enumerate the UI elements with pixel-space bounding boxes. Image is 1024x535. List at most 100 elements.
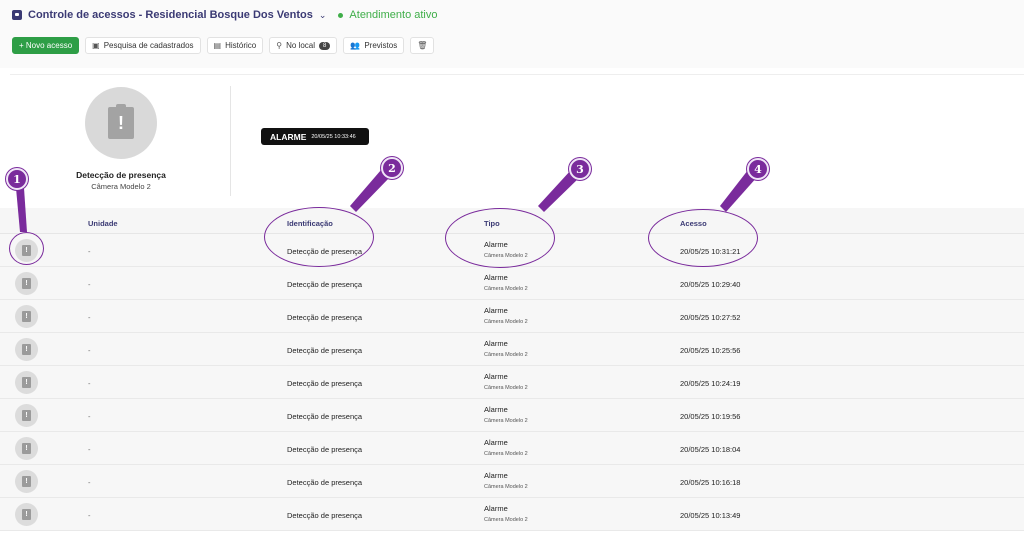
cell-unit: -	[88, 445, 91, 454]
cell-device: Câmera Modelo 2	[484, 319, 528, 325]
annotation-4: 4	[747, 158, 769, 180]
toolbar: + Novo acesso ▣ Pesquisa de cadastrados …	[12, 37, 435, 54]
history-label: Histórico	[225, 41, 257, 50]
cell-type: Alarme	[484, 273, 508, 282]
cell-identification: Detecção de presença	[287, 379, 363, 388]
cell-identification: Detecção de presença	[287, 313, 363, 322]
cell-access: 20/05/25 10:19:56	[680, 412, 741, 421]
cell-access: 20/05/25 10:27:52	[680, 313, 741, 322]
cell-unit: -	[88, 478, 91, 487]
cell-unit: -	[88, 379, 91, 388]
alert-clipboard-icon: !	[22, 278, 31, 289]
row-avatar: !	[15, 371, 38, 394]
table-row[interactable]: ! - Detecção de presença Alarme Câmera Model…	[0, 465, 1024, 498]
alarm-chip: ALARME 20/05/25 10:33:46	[261, 128, 369, 145]
cell-identification: Detecção de presença	[287, 346, 363, 355]
cell-type: Alarme	[484, 504, 508, 513]
alert-clipboard-icon: !	[108, 104, 134, 139]
cell-identification: Detecção de presença	[287, 412, 363, 421]
cell-device: Câmera Modelo 2	[484, 451, 528, 457]
detail-device: Câmera Modelo 2	[91, 182, 151, 191]
alert-clipboard-icon: !	[22, 311, 31, 322]
new-access-label: + Novo acesso	[19, 41, 73, 50]
cell-access: 20/05/25 10:16:18	[680, 478, 741, 487]
alarm-time: 20/05/25 10:33:46	[311, 133, 356, 140]
highlight-identification	[264, 207, 374, 267]
cell-unit: -	[88, 346, 91, 355]
cell-device: Câmera Modelo 2	[484, 517, 528, 523]
cell-identification: Detecção de presença	[287, 445, 363, 454]
new-access-button[interactable]: + Novo acesso	[12, 37, 80, 54]
page-title[interactable]: Controle de acessos - Residencial Bosque…	[28, 9, 313, 21]
row-avatar: !	[15, 470, 38, 493]
cell-access: 20/05/25 10:13:49	[680, 511, 741, 520]
cell-type: Alarme	[484, 405, 508, 414]
table-row[interactable]: ! - Detecção de presença Alarme Câmera Model…	[0, 399, 1024, 432]
on-site-label: No local	[286, 41, 315, 50]
alert-clipboard-icon: !	[22, 377, 31, 388]
search-registered-button[interactable]: ▣ Pesquisa de cadastrados	[85, 37, 201, 54]
detail-avatar: !	[85, 87, 157, 159]
history-button[interactable]: ▤ Histórico	[206, 37, 264, 54]
expected-label: Previstos	[364, 41, 398, 50]
cell-type: Alarme	[484, 372, 508, 381]
table-row[interactable]: ! - Detecção de presença Alarme Câmera Model…	[0, 432, 1024, 465]
highlight-avatar	[9, 232, 44, 265]
cell-type: Alarme	[484, 339, 508, 348]
alert-clipboard-icon: !	[22, 476, 31, 487]
expected-button[interactable]: 👥 Previstos	[343, 37, 405, 54]
row-avatar: !	[15, 437, 38, 460]
table-row[interactable]: ! - Detecção de presença Alarme Câmera Model…	[0, 267, 1024, 300]
cell-access: 20/05/25 10:18:04	[680, 445, 741, 454]
alert-clipboard-icon: !	[22, 410, 31, 421]
table-row[interactable]: ! - Detecção de presença Alarme Câmera Model…	[0, 366, 1024, 399]
on-site-count-badge: 8	[319, 41, 331, 50]
cell-identification: Detecção de presença	[287, 478, 363, 487]
building-icon	[12, 10, 22, 20]
alarm-label: ALARME	[270, 131, 307, 142]
cell-device: Câmera Modelo 2	[484, 385, 528, 391]
document-search-icon: ▣	[92, 41, 100, 50]
cell-access: 20/05/25 10:29:40	[680, 280, 741, 289]
status-text: Atendimento ativo	[349, 9, 438, 21]
alert-clipboard-icon: !	[22, 509, 31, 520]
cell-device: Câmera Modelo 2	[484, 418, 528, 424]
row-avatar: !	[15, 305, 38, 328]
cell-unit: -	[88, 280, 91, 289]
cell-type: Alarme	[484, 471, 508, 480]
table-row[interactable]: ! - Detecção de presença Alarme Câmera Model…	[0, 333, 1024, 366]
alert-clipboard-icon: !	[22, 344, 31, 355]
cell-type: Alarme	[484, 306, 508, 315]
location-pin-icon: ⚲	[276, 41, 283, 50]
row-avatar: !	[15, 404, 38, 427]
top-bar: Controle de acessos - Residencial Bosque…	[0, 0, 1024, 68]
row-avatar: !	[15, 338, 38, 361]
trash-button[interactable]: 🗑	[410, 37, 435, 54]
cell-unit: -	[88, 412, 91, 421]
status-dot-icon	[338, 12, 344, 18]
cell-unit: -	[88, 313, 91, 322]
table-row[interactable]: ! - Detecção de presença Alarme Câmera Model…	[0, 300, 1024, 333]
title-row: Controle de acessos - Residencial Bosque…	[12, 9, 437, 21]
table-row[interactable]: ! - Detecção de presença Alarme Câmera Model…	[0, 498, 1024, 531]
cell-unit: -	[88, 511, 91, 520]
annotation-3: 3	[569, 158, 591, 180]
cell-device: Câmera Modelo 2	[484, 352, 528, 358]
trash-icon: 🗑	[417, 41, 428, 50]
row-avatar: !	[15, 503, 38, 526]
alert-clipboard-icon: !	[22, 443, 31, 454]
cell-access: 20/05/25 10:24:19	[680, 379, 741, 388]
cell-access: 20/05/25 10:25:56	[680, 346, 741, 355]
chevron-down-icon[interactable]: ⌄	[319, 10, 327, 21]
header-unit[interactable]: Unidade	[88, 219, 118, 228]
annotation-2: 2	[381, 157, 403, 179]
divider	[230, 86, 231, 196]
highlight-access	[648, 209, 758, 267]
people-icon: 👥	[350, 41, 361, 50]
cell-device: Câmera Modelo 2	[484, 286, 528, 292]
cell-identification: Detecção de presença	[287, 511, 363, 520]
cell-unit: -	[88, 247, 91, 256]
search-registered-label: Pesquisa de cadastrados	[103, 41, 194, 50]
on-site-button[interactable]: ⚲ No local 8	[269, 37, 338, 54]
cell-identification: Detecção de presença	[287, 280, 363, 289]
